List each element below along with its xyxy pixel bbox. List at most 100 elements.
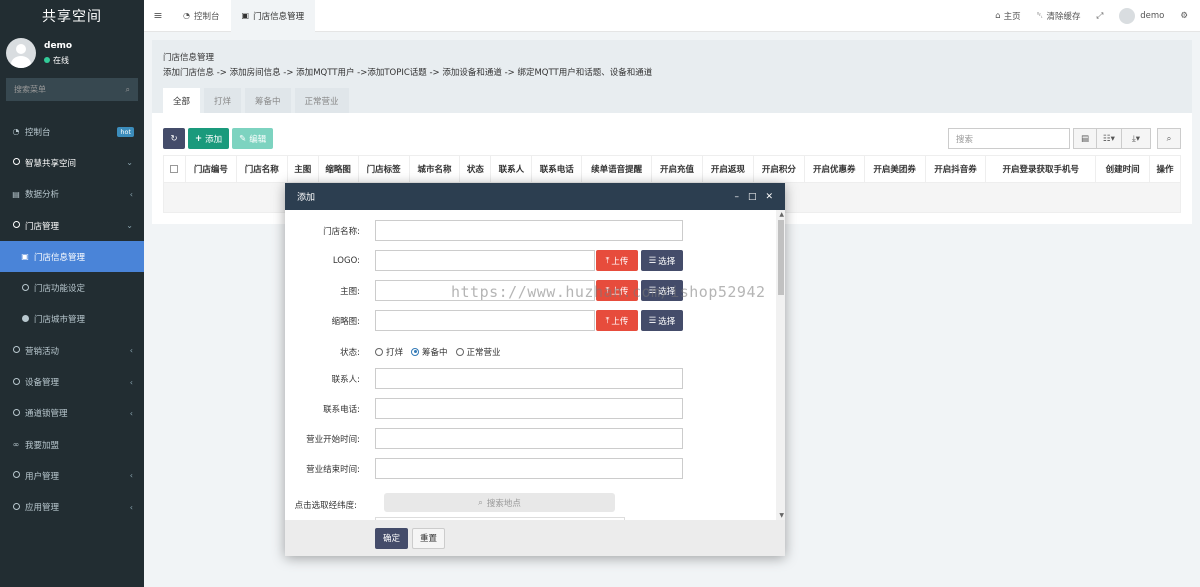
add-button[interactable]: + 添加 [188, 128, 230, 149]
tab-all[interactable]: 全部 [163, 88, 201, 113]
column-header[interactable]: 开启充值 [652, 155, 703, 183]
toggle-view-button[interactable]: ▤ [1073, 128, 1097, 149]
user-name: demo [44, 40, 73, 51]
scroll-up-icon[interactable]: ▲ [779, 211, 784, 218]
clear-cache-button[interactable]: ␡ 清除缓存 [1029, 10, 1089, 22]
sidebar-item-store-info[interactable]: ▣ 门店信息管理 [0, 241, 144, 273]
column-header[interactable]: 城市名称 [410, 155, 461, 183]
confirm-button[interactable]: 确定 [375, 527, 409, 549]
column-header[interactable]: 开启返现 [703, 155, 754, 183]
sidebar-item-marketing[interactable]: 营销活动 ‹ [0, 335, 144, 366]
contact-input[interactable] [375, 368, 683, 389]
logo-upload-button[interactable]: ⤒ 上传 [596, 250, 638, 271]
store-name-input[interactable] [375, 220, 683, 241]
sidebar-item-store-management[interactable]: 门店管理 ⌄ [0, 210, 144, 241]
user-menu[interactable]: demo [1111, 7, 1172, 24]
open-time-input[interactable] [375, 428, 683, 449]
column-header[interactable]: 开启登录获取手机号 [986, 155, 1097, 183]
shop-icon: ▣ [241, 11, 250, 20]
scroll-down-icon[interactable]: ▼ [779, 512, 784, 519]
chevron-left-icon: ‹ [129, 408, 133, 418]
dialog-scrollbar[interactable]: ▲ ▼ [776, 210, 785, 520]
sidebar-item-devices[interactable]: 设备管理 ‹ [0, 366, 144, 397]
menu-toggle-icon[interactable]: ≡ [144, 9, 172, 22]
advanced-search-button[interactable]: ⌕ [1157, 128, 1181, 149]
column-header[interactable]: 开启抖音券 [926, 155, 987, 183]
column-header[interactable]: 门店标签 [359, 155, 410, 183]
reset-button[interactable]: 重置 [412, 527, 446, 549]
watermark-text: https://www.huzhan.com/ishop52942 [451, 283, 766, 301]
pencil-icon: ✎ [239, 133, 247, 144]
upload-icon: ⤒ [605, 315, 610, 326]
column-header[interactable]: 创建时间 [1096, 155, 1151, 183]
column-header[interactable]: 缩略图 [319, 155, 359, 183]
edit-button[interactable]: ✎ 编辑 [232, 128, 274, 149]
circle-icon [12, 158, 20, 166]
home-link[interactable]: ⌂ 主页 [987, 10, 1028, 22]
topbar: ≡ ◔ 控制台 ▣ 门店信息管理 ⌂ 主页 ␡ 清除缓存 ⤢ demo ⚙ [144, 0, 1200, 32]
tab-preparing[interactable]: 筹备中 [245, 88, 291, 113]
tab-store-info[interactable]: ▣ 门店信息管理 [230, 0, 316, 32]
field-label: 营业开始时间: [306, 434, 360, 445]
sidebar-item-smart-space[interactable]: 智慧共享空间 ⌄ [0, 147, 144, 178]
shop-icon: ▣ [21, 252, 29, 262]
status-radio-open[interactable]: 正常营业 [455, 346, 501, 358]
sidebar-item-channel-locks[interactable]: 通道锁管理 ‹ [0, 398, 144, 429]
sidebar-item-store-cities[interactable]: 门店城市管理 [0, 304, 144, 335]
tab-dashboard[interactable]: ◔ 控制台 [172, 0, 231, 32]
column-header[interactable]: 主图 [288, 155, 319, 183]
close-time-input[interactable] [375, 458, 683, 479]
map-search-input[interactable]: ⌕ 搜索地点 [384, 493, 615, 512]
app-logo[interactable]: 共享空间 [0, 0, 144, 32]
dialog-footer: 确定 重置 [285, 520, 785, 556]
toolbar: ↻ + 添加 ✎ 编辑 搜索 ▤ ☷▾ ⤓▾ ⌕ [163, 128, 1181, 149]
circle-icon [21, 314, 29, 322]
tab-closed[interactable]: 打烊 [204, 88, 242, 113]
column-header[interactable]: 开启优惠券 [805, 155, 865, 183]
sidebar-search-input[interactable]: 搜索菜单 ⌕ [6, 78, 138, 101]
settings-icon[interactable]: ⚙ [1172, 11, 1200, 21]
dialog-body: 门店名称: LOGO: ⤒ 上传 ☰ 选择 主图: ⤒ 上传 ☰ 选择 缩略图: ⤒ 上传… [285, 210, 785, 520]
export-button[interactable]: ⤓▾ [1121, 128, 1151, 149]
status-radio-closed[interactable]: 打烊 [375, 346, 403, 358]
column-header[interactable]: 状态 [460, 155, 492, 183]
column-header[interactable]: 联系电话 [532, 155, 583, 183]
column-header[interactable]: 联系人 [491, 155, 533, 183]
search-icon: ⌕ [1166, 133, 1172, 144]
table-search-input[interactable]: 搜索 [948, 128, 1070, 149]
phone-input[interactable] [375, 398, 683, 419]
thumbnail-input[interactable] [375, 310, 595, 331]
tab-open[interactable]: 正常营业 [294, 88, 349, 113]
logo-choose-button[interactable]: ☰ 选择 [641, 250, 683, 271]
status-radio-preparing[interactable]: 筹备中 [411, 346, 448, 358]
sidebar-item-apps[interactable]: 应用管理 ‹ [0, 492, 144, 523]
minimize-icon[interactable]: – [734, 192, 739, 202]
column-header[interactable]: 操作 [1150, 156, 1180, 183]
sidebar-item-join[interactable]: ∞ 我要加盟 [0, 429, 144, 460]
fullscreen-icon[interactable]: ⤢ [1088, 11, 1111, 21]
sidebar-item-users[interactable]: 用户管理 ‹ [0, 460, 144, 491]
column-header[interactable]: 开启美团券 [865, 155, 926, 183]
chevron-left-icon: ‹ [129, 471, 133, 481]
column-header[interactable]: 开启积分 [754, 155, 805, 183]
handshake-icon: ∞ [12, 440, 20, 450]
thumbnail-upload-button[interactable]: ⤒ 上传 [596, 310, 638, 331]
sidebar-item-analytics[interactable]: ▤ 数据分析 ‹ [0, 179, 144, 210]
dialog-titlebar[interactable]: 添加 – □ ✕ [285, 183, 785, 210]
refresh-button[interactable]: ↻ [163, 128, 185, 149]
maximize-icon[interactable]: □ [748, 192, 757, 202]
column-header[interactable]: 门店编号 [186, 155, 237, 183]
select-all-checkbox[interactable] [164, 155, 186, 183]
close-icon[interactable]: ✕ [765, 192, 773, 202]
chevron-left-icon: ‹ [129, 377, 133, 387]
column-header[interactable]: 续单语音提醒 [582, 155, 653, 183]
columns-button[interactable]: ☷▾ [1096, 128, 1122, 149]
logo-input[interactable] [375, 250, 595, 271]
sidebar-item-store-functions[interactable]: 门店功能设定 [0, 272, 144, 303]
column-header[interactable]: 门店名称 [237, 155, 288, 183]
search-icon[interactable]: ⌕ [126, 85, 130, 95]
chart-icon: ▤ [12, 189, 20, 199]
sidebar-item-dashboard[interactable]: ◔ 控制台 hot [0, 116, 144, 147]
scroll-thumb[interactable] [778, 220, 784, 295]
thumbnail-choose-button[interactable]: ☰ 选择 [641, 310, 683, 331]
